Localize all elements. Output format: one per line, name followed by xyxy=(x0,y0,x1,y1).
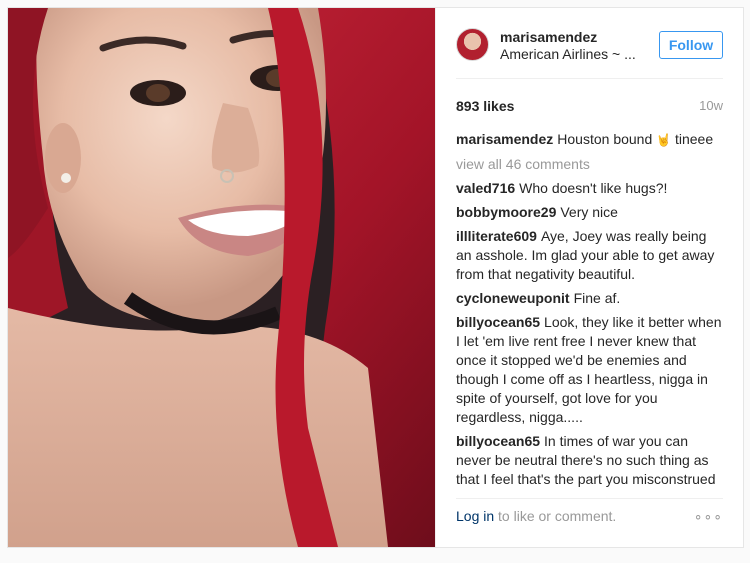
post-header: marisamendez American Airlines ~ ... Fol… xyxy=(456,25,723,71)
post-time[interactable]: 10w xyxy=(699,98,723,113)
likes-count[interactable]: 893 likes xyxy=(456,98,514,114)
post-sidebar: marisamendez American Airlines ~ ... Fol… xyxy=(435,8,743,547)
footer-text: to like or comment. xyxy=(494,508,617,524)
comment: illliterate609 Aye, Joey was really being… xyxy=(456,227,723,284)
comment-username[interactable]: billyocean65 xyxy=(456,433,540,449)
username-link[interactable]: marisamendez xyxy=(500,29,597,45)
divider xyxy=(456,78,723,79)
post-card: marisamendez American Airlines ~ ... Fol… xyxy=(7,7,744,548)
comment-text: Look, they like it better when I let 'em… xyxy=(456,314,722,425)
comment-username[interactable]: billyocean65 xyxy=(456,314,540,330)
comment: valed716 Who doesn't like hugs?! xyxy=(456,179,723,198)
comment: bobbymoore29 Very nice xyxy=(456,203,723,222)
divider xyxy=(456,498,723,499)
comment-text: Who doesn't like hugs?! xyxy=(519,180,668,196)
post-stats: 893 likes 10w xyxy=(456,98,723,118)
comment-username[interactable]: cycloneweuponit xyxy=(456,290,570,306)
comment: cycloneweuponit Fine af. xyxy=(456,289,723,308)
caption-username[interactable]: marisamendez xyxy=(456,131,553,147)
post-photo[interactable] xyxy=(8,8,435,547)
location-link[interactable]: American Airlines ~ ... xyxy=(500,46,636,62)
comment: billyocean65 Look, they like it better wh… xyxy=(456,313,723,427)
selfie-image xyxy=(8,8,435,547)
comment: billyocean65 In times of war you can neve… xyxy=(456,432,723,492)
horns-emoji-icon: 🤘 xyxy=(656,133,672,147)
more-options-icon[interactable]: ∘∘∘ xyxy=(694,508,723,525)
comments-list[interactable]: marisamendez Houston bound 🤘 tineee view … xyxy=(456,130,723,492)
view-all-comments-link[interactable]: view all 46 comments xyxy=(456,155,723,174)
caption-text-after: tineee xyxy=(674,131,714,147)
follow-button[interactable]: Follow xyxy=(659,31,723,59)
comment-text: Very nice xyxy=(560,204,618,220)
post-footer: Log in to like or comment. ∘∘∘ xyxy=(456,508,723,528)
avatar[interactable] xyxy=(456,28,489,61)
login-link[interactable]: Log in xyxy=(456,508,494,524)
comment-username[interactable]: bobbymoore29 xyxy=(456,204,556,220)
comment-username[interactable]: valed716 xyxy=(456,180,515,196)
comment-username[interactable]: illliterate609 xyxy=(456,228,537,244)
comment-text: Fine af. xyxy=(573,290,621,306)
caption-text: Houston bound xyxy=(557,131,653,147)
caption: marisamendez Houston bound 🤘 tineee xyxy=(456,130,723,150)
